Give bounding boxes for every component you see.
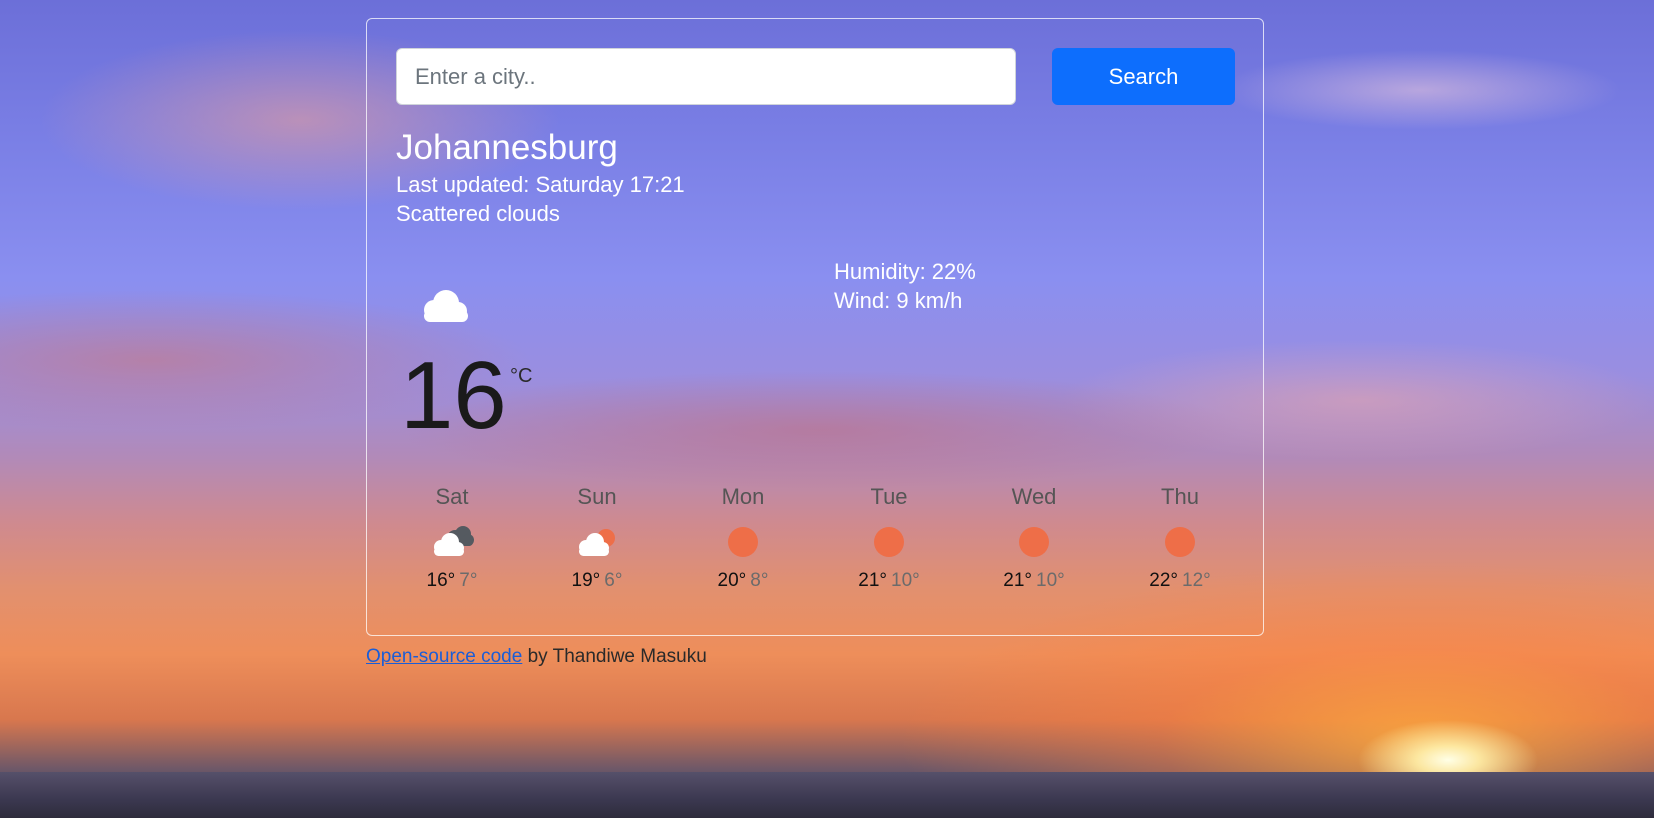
open-source-code-link[interactable]: Open-source code — [366, 646, 522, 667]
forecast-min-temp: 10° — [891, 570, 920, 591]
forecast-min-temp: 12° — [1182, 570, 1211, 591]
city-search-input[interactable] — [396, 48, 1016, 105]
forecast-max-temp: 20° — [717, 570, 747, 591]
forecast-max-temp: 16° — [426, 570, 456, 591]
forecast-day: Sun 19° 6° — [537, 484, 657, 592]
scattered-clouds-icon — [424, 290, 468, 322]
forecast-temps: 22° 12° — [1120, 570, 1240, 592]
city-name: Johannesburg — [396, 128, 618, 167]
broken-clouds-icon — [434, 526, 474, 556]
forecast-day-name: Tue — [870, 484, 908, 509]
forecast-day: Tue 21° 10° — [829, 484, 949, 592]
hills-silhouette — [0, 772, 1654, 818]
current-temperature: 16 — [400, 342, 507, 449]
forecast-temps: 19° 6° — [537, 570, 657, 592]
forecast-day: Thu 22° 12° — [1120, 484, 1240, 592]
forecast-temps: 21° 10° — [829, 570, 949, 592]
forecast-day-name: Sun — [577, 484, 617, 509]
forecast-max-temp: 21° — [858, 570, 887, 591]
last-updated-text: Last updated: Saturday 17:21 — [396, 172, 685, 197]
forecast-day-name: Mon — [721, 484, 765, 509]
wind-text: Wind: 9 km/h — [834, 288, 963, 313]
clear-sky-icon — [1019, 527, 1049, 557]
humidity-text: Humidity: 22% — [834, 259, 976, 284]
forecast-max-temp: 22° — [1149, 570, 1178, 591]
forecast-min-temp: 7° — [459, 570, 478, 591]
forecast-day-name: Sat — [435, 484, 469, 509]
footer: Open-source code by Thandiwe Masuku — [366, 646, 707, 668]
search-button[interactable]: Search — [1052, 48, 1235, 105]
forecast-day: Sat 16° 7° — [392, 484, 512, 592]
forecast-min-temp: 10° — [1036, 570, 1065, 591]
forecast-max-temp: 19° — [571, 570, 601, 591]
clear-sky-icon — [1165, 527, 1195, 557]
weather-condition: Scattered clouds — [396, 201, 560, 226]
forecast-max-temp: 21° — [1003, 570, 1032, 591]
forecast-temps: 21° 10° — [974, 570, 1094, 592]
forecast-day-name: Thu — [1161, 484, 1199, 509]
forecast-min-temp: 8° — [750, 570, 769, 591]
forecast-day-name: Wed — [1011, 484, 1057, 509]
clear-sky-icon — [728, 527, 758, 557]
forecast-temps: 16° 7° — [392, 570, 512, 592]
forecast-day: Mon 20° 8° — [683, 484, 803, 592]
clear-sky-icon — [874, 527, 904, 557]
few-clouds-icon — [579, 529, 615, 556]
temperature-unit: °C — [510, 365, 533, 387]
footer-author-text: by Thandiwe Masuku — [522, 646, 707, 667]
forecast-min-temp: 6° — [604, 570, 623, 591]
forecast-temps: 20° 8° — [683, 570, 803, 592]
forecast-day: Wed 21° 10° — [974, 484, 1094, 592]
